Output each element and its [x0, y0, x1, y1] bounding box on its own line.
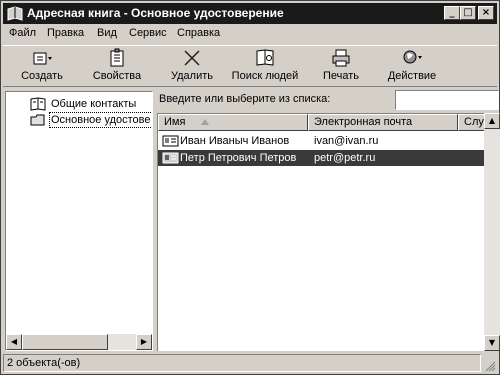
action-label: Действие — [387, 70, 437, 82]
create-label: Создать — [21, 70, 63, 82]
create-button[interactable]: Создать — [17, 48, 67, 85]
delete-button[interactable]: Удалить — [167, 48, 217, 85]
contact-email: ivan@ivan.ru — [314, 135, 379, 147]
list-header: Имя Электронная почта Служе — [158, 114, 499, 131]
contact-name: Иван Иваныч Иванов — [180, 135, 290, 147]
shared-contacts-icon — [30, 97, 46, 111]
resize-grip-icon[interactable] — [484, 360, 496, 372]
sort-ascending-icon — [201, 119, 209, 125]
search-input[interactable] — [395, 90, 499, 110]
properties-label: Свойства — [92, 70, 142, 82]
tree-label-main-identity: Основное удостове — [49, 112, 152, 128]
column-header-name[interactable]: Имя — [158, 114, 308, 131]
delete-icon — [184, 50, 200, 66]
menu-edit[interactable]: Правка — [47, 27, 84, 39]
contact-email: petr@petr.ru — [314, 152, 376, 164]
folder-icon — [30, 114, 45, 126]
contact-card-icon — [162, 135, 179, 147]
contact-card-icon — [162, 152, 179, 164]
address-book-window: Адресная книга - Основное удостоверение … — [0, 0, 500, 375]
toolbar: Создать Свойства Удалить Поиск людей Печ… — [3, 45, 497, 87]
properties-icon — [110, 48, 124, 67]
contact-name: Петр Петрович Петров — [180, 152, 297, 164]
tree-horizontal-scrollbar[interactable]: ◀ ▶ — [6, 334, 152, 350]
window-title: Адресная книга - Основное удостоверение — [27, 6, 284, 20]
menu-tools[interactable]: Сервис — [129, 27, 167, 39]
action-icon — [403, 50, 422, 64]
column-header-email[interactable]: Электронная почта — [308, 114, 458, 131]
new-contact-icon — [33, 52, 52, 65]
menu-file[interactable]: Файл — [9, 27, 36, 39]
tree-label-shared-contacts: Общие контакты — [51, 98, 137, 110]
table-row[interactable]: Иван Иваныч Иванов ivan@ivan.ru — [158, 133, 499, 149]
title-bar[interactable]: Адресная книга - Основное удостоверение … — [3, 3, 497, 24]
status-bar: 2 объекта(-ов) — [3, 353, 497, 373]
find-people-icon — [256, 49, 274, 66]
scroll-left-arrow-icon[interactable]: ◀ — [6, 334, 22, 350]
list-vertical-scrollbar[interactable]: ▲ ▼ — [484, 113, 500, 351]
scroll-right-arrow-icon[interactable]: ▶ — [136, 334, 152, 350]
action-button[interactable]: Действие — [383, 48, 441, 85]
address-book-icon — [7, 6, 23, 21]
delete-label: Удалить — [171, 70, 213, 82]
status-text: 2 объекта(-ов) — [3, 354, 481, 372]
menu-bar: Файл Правка Вид Сервис Справка — [3, 24, 497, 43]
contact-list[interactable]: Имя Электронная почта Служе Иван Иваныч … — [157, 113, 499, 351]
menu-help[interactable]: Справка — [177, 27, 220, 39]
find-people-button[interactable]: Поиск людей — [229, 48, 301, 85]
scroll-down-arrow-icon[interactable]: ▼ — [484, 335, 500, 351]
column-email-label: Электронная почта — [314, 116, 413, 128]
minimize-button[interactable]: _ — [444, 6, 460, 20]
folder-tree[interactable]: Общие контакты Основное удостове ◀ ▶ — [5, 91, 153, 351]
scroll-up-arrow-icon[interactable]: ▲ — [484, 113, 500, 129]
table-row[interactable]: Петр Петрович Петров petr@petr.ru — [158, 150, 499, 166]
maximize-button[interactable]: □ — [460, 6, 476, 20]
find-people-label: Поиск людей — [231, 70, 299, 82]
column-name-label: Имя — [164, 116, 186, 128]
print-button[interactable]: Печать — [315, 48, 367, 85]
menu-view[interactable]: Вид — [97, 27, 117, 39]
search-label: Введите или выберите из списка: — [159, 93, 331, 105]
print-label: Печать — [322, 70, 360, 82]
close-button[interactable]: × — [478, 6, 494, 20]
print-icon — [332, 49, 350, 67]
properties-button[interactable]: Свойства — [89, 48, 145, 85]
scroll-thumb[interactable] — [22, 334, 108, 350]
